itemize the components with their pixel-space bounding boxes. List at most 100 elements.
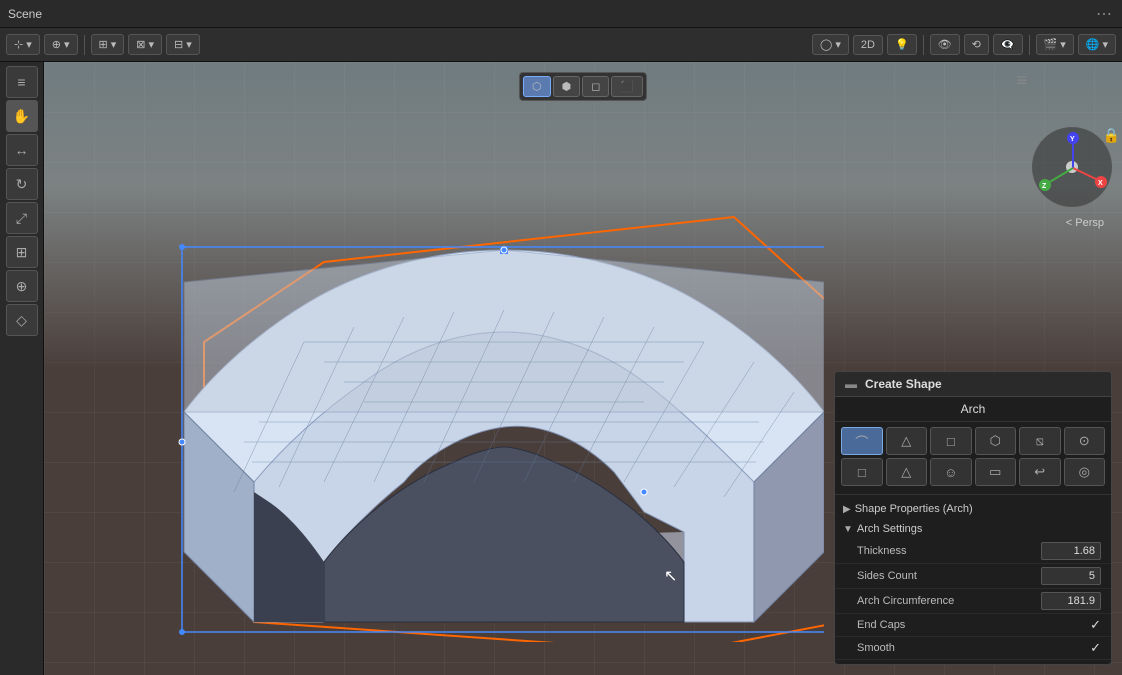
transform-arrow: ▾: [64, 38, 70, 51]
panel-drag-handle[interactable]: ▬: [845, 377, 857, 391]
grid-arrow: ▾: [186, 38, 192, 51]
thickness-label: Thickness: [857, 545, 1041, 557]
transform-icon: ⊕: [52, 38, 61, 51]
arch-object: [104, 142, 824, 642]
panel-header: ▬ Create Shape: [835, 372, 1111, 397]
toolbar-select[interactable]: ⊹ ▾: [6, 34, 40, 55]
camera-icon: 🎬: [1044, 38, 1058, 51]
select-icon: ⊹: [14, 38, 23, 51]
separator-3: [1029, 35, 1030, 55]
shape-btn-triangle[interactable]: △: [886, 427, 928, 455]
shape-btn-torus[interactable]: ⊙: [1064, 427, 1106, 455]
thickness-input[interactable]: [1041, 542, 1101, 560]
pivot-arrow: ▾: [835, 38, 841, 51]
toolbar: ⊹ ▾ ⊕ ▾ ⊞ ▾ ⊠ ▾ ⊟ ▾ ◯ ▾ 2D 💡 👁 ⟲ 👁‍🗨 🎬 ▾: [0, 28, 1122, 62]
toolbar-camera[interactable]: 🎬 ▾: [1036, 34, 1074, 55]
sides-count-label: Sides Count: [857, 570, 1041, 582]
shape-btn-capsule[interactable]: ⧅: [1019, 427, 1061, 455]
shape-btn-arch[interactable]: ⌒: [841, 427, 883, 455]
toolbar-pivot[interactable]: ◯ ▾: [812, 34, 849, 55]
toolbar-proportional[interactable]: ⊠ ▾: [128, 34, 162, 55]
shape-props-arrow: ▶: [843, 504, 851, 515]
snap-icon: ⊞: [99, 38, 108, 51]
viewport-header: ⬡ ⬢ ◻ ⬛: [519, 72, 647, 101]
end-caps-checkbox[interactable]: ✓: [1090, 617, 1101, 633]
rotate-icon: ⟲: [972, 38, 981, 51]
thickness-row: Thickness: [835, 539, 1111, 564]
shape-properties-label: Shape Properties (Arch): [855, 503, 973, 515]
shape-row-2: □ △ ☺ ▭ ↩ ◎: [841, 458, 1105, 486]
sidebar-transform-btn[interactable]: ⊞: [6, 236, 38, 268]
toolbar-rotate[interactable]: ⟲: [964, 34, 989, 55]
arch-circumference-label: Arch Circumference: [857, 595, 1041, 607]
shape-btn-plane[interactable]: □: [841, 458, 883, 486]
create-shape-panel: ▬ Create Shape Arch ⌒ △ □ ⬡ ⧅ ⊙ □ △ ☺ ▭ …: [834, 371, 1112, 665]
select-arrow: ▾: [26, 38, 32, 51]
vp-btn-solid[interactable]: ⬡: [523, 76, 551, 97]
proportional-arrow: ▾: [148, 38, 154, 51]
perspective-label: < Persp: [1066, 217, 1104, 229]
separator-1: [84, 35, 85, 55]
orientation-gizmo[interactable]: Y X Z: [1032, 127, 1112, 207]
arch-circumference-input[interactable]: [1041, 592, 1101, 610]
smooth-row: Smooth ✓: [835, 637, 1111, 660]
toolbar-view1[interactable]: 👁: [930, 34, 960, 55]
shape-type-selector: ⌒ △ □ ⬡ ⧅ ⊙ □ △ ☺ ▭ ↩ ◎: [835, 422, 1111, 495]
sidebar-move-btn[interactable]: ↔: [6, 134, 38, 166]
arch-settings-arrow: ▼: [843, 524, 853, 535]
panel-title: Create Shape: [865, 377, 942, 391]
shape-btn-box[interactable]: □: [930, 427, 972, 455]
sidebar-rotate-btn[interactable]: ↻: [6, 168, 38, 200]
shape-btn-curve[interactable]: ↩: [1019, 458, 1061, 486]
svg-text:X: X: [1098, 180, 1103, 187]
toolbar-light[interactable]: 💡: [887, 34, 917, 55]
view1-icon: 👁: [938, 38, 952, 51]
toolbar-transform[interactable]: ⊕ ▾: [44, 34, 78, 55]
shape-btn-cone[interactable]: △: [886, 458, 928, 486]
toolbar-2d[interactable]: 2D: [853, 35, 883, 55]
end-caps-label: End Caps: [857, 619, 1090, 631]
scene-title: Scene: [8, 7, 42, 21]
shape-btn-sphere[interactable]: ☺: [930, 458, 972, 486]
arch-circumference-row: Arch Circumference: [835, 589, 1111, 614]
toolbar-render[interactable]: 👁‍🗨: [993, 34, 1023, 55]
left-sidebar: ≡ ✋ ↔ ↻ ⤢ ⊞ ⊕ ◇: [0, 62, 44, 675]
sidebar-annotate-btn[interactable]: ⊕: [6, 270, 38, 302]
shape-btn-quad[interactable]: ▭: [975, 458, 1017, 486]
vp-btn-wireframe[interactable]: ⬢: [553, 76, 581, 97]
shape-row-1: ⌒ △ □ ⬡ ⧅ ⊙: [841, 427, 1105, 455]
smooth-checkbox[interactable]: ✓: [1090, 640, 1101, 656]
grid-icon: ⊟: [174, 38, 183, 51]
svg-text:Y: Y: [1070, 136, 1075, 143]
sidebar-scale-btn[interactable]: ⤢: [6, 202, 38, 234]
sidebar-menu-btn[interactable]: ≡: [6, 66, 38, 98]
proportional-icon: ⊠: [136, 38, 145, 51]
sides-count-row: Sides Count: [835, 564, 1111, 589]
properties-panel: ▶ Shape Properties (Arch) ▼ Arch Setting…: [835, 495, 1111, 664]
render-icon: 👁‍🗨: [1001, 38, 1015, 51]
shape-btn-cylinder[interactable]: ⬡: [975, 427, 1017, 455]
sides-count-input[interactable]: [1041, 567, 1101, 585]
snap-arrow: ▾: [111, 38, 117, 51]
light-icon: 💡: [895, 38, 909, 51]
end-caps-row: End Caps ✓: [835, 614, 1111, 637]
vp-btn-material[interactable]: ◻: [582, 76, 609, 97]
toolbar-grid[interactable]: ⊟ ▾: [166, 34, 200, 55]
separator-2: [923, 35, 924, 55]
vp-btn-rendered[interactable]: ⬛: [611, 76, 643, 97]
pivot-icon: ◯: [820, 38, 832, 51]
shape-properties-section[interactable]: ▶ Shape Properties (Arch): [835, 499, 1111, 519]
sidebar-measure-btn[interactable]: ◇: [6, 304, 38, 336]
shape-btn-circle[interactable]: ◎: [1064, 458, 1106, 486]
viewport-menu-icon[interactable]: ≡: [1016, 70, 1027, 91]
2d-label: 2D: [861, 39, 875, 51]
top-bar-menu[interactable]: ⋯: [1096, 4, 1114, 24]
gizmo-axes-svg: Y X Z: [1033, 128, 1113, 208]
sidebar-grab-btn[interactable]: ✋: [6, 100, 38, 132]
arch-settings-section[interactable]: ▼ Arch Settings: [835, 519, 1111, 539]
toolbar-world[interactable]: 🌐 ▾: [1078, 34, 1116, 55]
arch-settings-label: Arch Settings: [857, 523, 922, 535]
smooth-label: Smooth: [857, 642, 1090, 654]
camera-arrow: ▾: [1060, 38, 1066, 51]
toolbar-snap[interactable]: ⊞ ▾: [91, 34, 125, 55]
